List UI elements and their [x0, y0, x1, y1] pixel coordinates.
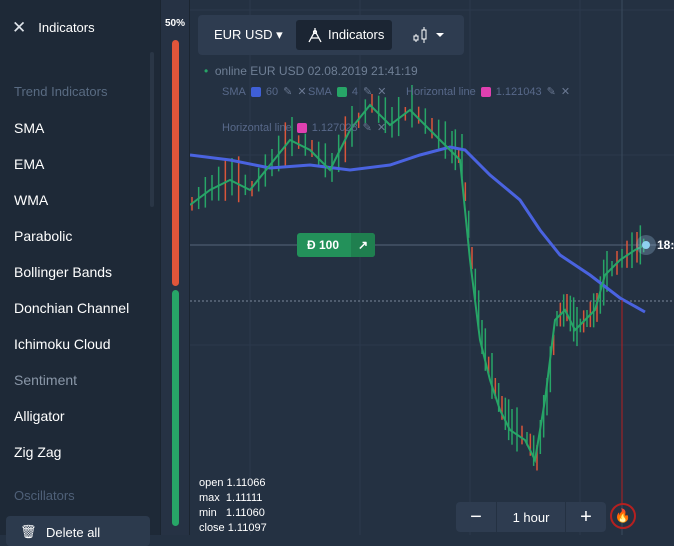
- indicator-item[interactable]: EMA: [14, 146, 129, 182]
- indicator-item[interactable]: SMA: [14, 110, 129, 146]
- edit-icon[interactable]: ✎: [283, 85, 292, 98]
- category-oscillators: Oscillators: [14, 488, 75, 503]
- indicator-legend: SMA 60 ✎ ✕: [222, 85, 307, 99]
- edit-icon[interactable]: ✎: [363, 85, 372, 98]
- color-swatch: [296, 122, 307, 133]
- indicator-item[interactable]: Alligator: [14, 398, 129, 434]
- online-dot-icon: •: [204, 64, 209, 78]
- remove-icon[interactable]: ✕: [297, 85, 306, 98]
- compass-icon: [308, 28, 322, 43]
- remove-icon[interactable]: ✕: [377, 121, 386, 134]
- scrollbar[interactable]: [150, 52, 154, 207]
- candlestick-icon: [413, 27, 444, 43]
- chevron-down-icon: ▾: [276, 27, 283, 42]
- remove-icon[interactable]: ✕: [377, 85, 386, 98]
- indicator-item[interactable]: Bollinger Bands: [14, 254, 129, 290]
- indicator-item[interactable]: Zig Zag: [14, 434, 129, 470]
- delete-all-button[interactable]: 🗑 Delete all: [6, 516, 150, 546]
- zoom-out-button[interactable]: −: [456, 502, 496, 532]
- sidebar-header: ✕ Indicators: [12, 19, 95, 36]
- sentiment-meter: 50%: [160, 0, 190, 535]
- color-swatch: [480, 86, 491, 97]
- zoom-in-button[interactable]: +: [566, 502, 606, 532]
- ohlc-readout: open 1.11066 max 1.11111 min 1.11060 clo…: [199, 477, 267, 534]
- indicator-legend: Horizontal line 1.121043 ✎ ✕: [406, 85, 571, 99]
- timeframe-control: − 1 hour +: [456, 502, 606, 532]
- edit-icon[interactable]: ✎: [363, 121, 372, 134]
- indicator-item[interactable]: WMA: [14, 182, 129, 218]
- sentiment-bar-up: [172, 290, 179, 526]
- sma-4-line: [190, 103, 646, 464]
- chart-type-selector[interactable]: [412, 25, 452, 50]
- color-swatch: [336, 86, 347, 97]
- indicator-legend: SMA 4 ✎ ✕: [308, 85, 387, 99]
- indicator-item[interactable]: Parabolic: [14, 218, 129, 254]
- timeframe-value[interactable]: 1 hour: [496, 502, 566, 532]
- arrow-up-right-icon: ↗: [351, 233, 375, 257]
- indicator-legend: Horizontal line 1.127028 ✎ ✕: [222, 121, 387, 135]
- remove-icon[interactable]: ✕: [561, 85, 570, 98]
- deal-badge[interactable]: Ð 100 ↗: [297, 233, 375, 257]
- chart-canvas: [190, 0, 674, 535]
- current-price-label: 18:: [657, 238, 674, 252]
- indicator-list: Trend Indicators SMA EMA WMA Parabolic Bollin…: [14, 74, 129, 470]
- current-price-dot: [642, 241, 650, 249]
- edit-icon[interactable]: ✎: [547, 85, 556, 98]
- pair-selector[interactable]: EUR USD ▾: [214, 27, 283, 43]
- indicator-item[interactable]: Donchian Channel: [14, 290, 129, 326]
- close-icon[interactable]: ✕: [12, 19, 26, 36]
- fire-icon[interactable]: 🔥: [610, 503, 636, 529]
- indicator-item[interactable]: Ichimoku Cloud: [14, 326, 129, 362]
- sentiment-percent: 50%: [164, 18, 185, 29]
- sidebar-title: Indicators: [38, 20, 95, 35]
- trash-icon: 🗑: [20, 524, 37, 539]
- chart-toolbar: EUR USD ▾ Indicators: [198, 15, 464, 55]
- color-swatch: [250, 86, 261, 97]
- category-label: Trend Indicators: [14, 84, 108, 99]
- indicators-button[interactable]: Indicators: [296, 20, 392, 50]
- indicators-sidebar: ✕ Indicators Trend Indicators SMA EMA WMA Pa…: [0, 0, 160, 546]
- indicator-item[interactable]: Sentiment: [14, 362, 129, 398]
- chart-info: • online EUR USD 02.08.2019 21:41:19: [204, 64, 418, 78]
- sentiment-bar-down: [172, 40, 179, 286]
- price-chart[interactable]: EUR USD ▾ Indicators • online EUR USD 02…: [190, 0, 674, 535]
